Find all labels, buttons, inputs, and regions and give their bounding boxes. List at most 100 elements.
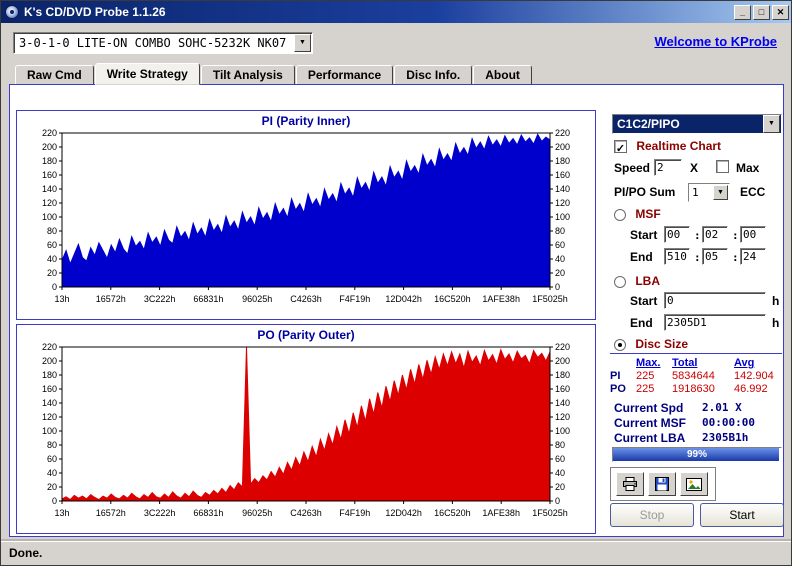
app-icon	[5, 5, 19, 19]
msf-start-min[interactable]	[664, 226, 690, 243]
window-title: K's CD/DVD Probe 1.1.26	[24, 5, 166, 19]
lba-start-input[interactable]	[664, 292, 766, 309]
tab-write-strategy[interactable]: Write Strategy	[94, 63, 200, 85]
svg-text:0: 0	[555, 496, 560, 506]
svg-text:13h: 13h	[54, 294, 69, 304]
svg-text:40: 40	[555, 468, 565, 478]
pipo-sum-select[interactable]: 1 ▼	[688, 183, 730, 202]
po-chart: PO (Parity Outer) 0 0 20 20 40 40 60 60 80 80 100 1…	[16, 324, 596, 534]
svg-text:80: 80	[555, 226, 565, 236]
export-image-button[interactable]	[680, 472, 708, 496]
lba-end-label: End	[630, 316, 653, 330]
pi-chart: PI (Parity Inner) 0 0 20 20 40 40 60 60 80 80 100 1…	[16, 110, 596, 320]
pi-chart-canvas: 0 0 20 20 40 40 60 60 80 80 100 100 120 120 140 140 160 1…	[42, 129, 570, 304]
svg-text:C4263h: C4263h	[290, 508, 322, 518]
svg-text:13h: 13h	[54, 508, 69, 518]
welcome-link[interactable]: Welcome to KProbe	[654, 34, 777, 49]
max-checkbox[interactable]: ✓	[716, 160, 729, 173]
svg-text:16C520h: 16C520h	[434, 294, 471, 304]
po-chart-title: PO (Parity Outer)	[257, 328, 355, 342]
printer-icon	[623, 477, 637, 491]
svg-text:180: 180	[42, 370, 57, 380]
title-bar[interactable]: K's CD/DVD Probe 1.1.26 _ □ ✕	[1, 1, 791, 23]
tab-page: PI (Parity Inner) 0 0 20 20 40 40 60 60 80 80 100 1…	[9, 84, 784, 537]
start-button[interactable]: Start	[700, 503, 784, 527]
check-icon: ✓	[615, 143, 626, 156]
svg-text:120: 120	[555, 412, 570, 422]
device-select-value: 3-0-1-0 LITE-ON COMBO SOHC-5232K NK07	[19, 36, 287, 50]
svg-text:220: 220	[42, 343, 57, 352]
progress-label: 99%	[686, 449, 707, 460]
svg-text:60: 60	[47, 240, 57, 250]
chevron-down-icon[interactable]: ▼	[713, 185, 728, 200]
svg-text:80: 80	[47, 226, 57, 236]
svg-text:20: 20	[555, 268, 565, 278]
svg-text:100: 100	[555, 212, 570, 222]
stats-header-total: Total	[672, 357, 698, 369]
svg-text:3C222h: 3C222h	[144, 294, 176, 304]
disc-size-radio[interactable]	[614, 338, 626, 351]
msf-end-frame[interactable]	[740, 248, 766, 265]
po-chart-canvas: 0 0 20 20 40 40 60 60 80 80 100 100 120 120 140 140 160 1…	[42, 343, 570, 518]
svg-text:140: 140	[42, 398, 57, 408]
chevron-down-icon[interactable]: ▼	[763, 115, 780, 133]
msf-end-label: End	[630, 250, 653, 264]
svg-text:20: 20	[47, 482, 57, 492]
stop-button[interactable]: Stop	[610, 503, 694, 527]
msf-start-frame[interactable]	[740, 226, 766, 243]
svg-text:140: 140	[555, 184, 570, 194]
current-spd-label: Current Spd	[614, 401, 684, 415]
svg-text:140: 140	[42, 184, 57, 194]
close-button[interactable]: ✕	[772, 4, 789, 20]
msf-start-sec[interactable]	[702, 226, 728, 243]
lba-radio[interactable]	[614, 275, 626, 288]
svg-text:0: 0	[52, 496, 57, 506]
device-select[interactable]: 3-0-1-0 LITE-ON COMBO SOHC-5232K NK07 ▼	[13, 32, 313, 54]
minimize-button[interactable]: _	[734, 4, 751, 20]
svg-text:140: 140	[555, 398, 570, 408]
svg-text:60: 60	[47, 454, 57, 464]
chevron-down-icon[interactable]: ▼	[294, 34, 311, 52]
maximize-button[interactable]: □	[753, 4, 770, 20]
tab-raw-cmd[interactable]: Raw Cmd	[15, 65, 94, 85]
realtime-checkbox[interactable]: ✓	[614, 140, 627, 156]
print-button[interactable]	[616, 472, 644, 496]
lba-end-unit: h	[772, 316, 780, 330]
speed-input[interactable]	[654, 159, 682, 176]
msf-end-min[interactable]	[664, 248, 690, 265]
svg-text:96025h: 96025h	[242, 508, 272, 518]
current-msf-value: 00:00:00	[702, 416, 755, 429]
speed-unit: X	[690, 161, 699, 175]
svg-text:180: 180	[42, 156, 57, 166]
lba-end-input[interactable]	[664, 314, 766, 331]
tab-disc-info[interactable]: Disc Info.	[394, 65, 473, 85]
svg-text:100: 100	[42, 426, 57, 436]
lba-start-unit: h	[772, 294, 780, 308]
svg-text:3C222h: 3C222h	[144, 508, 176, 518]
svg-text:120: 120	[555, 198, 570, 208]
svg-text:100: 100	[555, 426, 570, 436]
svg-text:80: 80	[555, 440, 565, 450]
tools-groupbox	[610, 467, 716, 501]
svg-text:20: 20	[47, 268, 57, 278]
tab-tilt-analysis[interactable]: Tilt Analysis	[200, 65, 295, 85]
svg-text:16572h: 16572h	[96, 294, 126, 304]
pi-chart-title: PI (Parity Inner)	[261, 114, 351, 128]
stats-po-total: 1918630	[672, 383, 715, 395]
svg-text:120: 120	[42, 198, 57, 208]
lba-label: LBA	[635, 274, 661, 288]
stats-po-label: PO	[610, 383, 626, 395]
svg-text:40: 40	[555, 254, 565, 264]
svg-text:60: 60	[555, 454, 565, 464]
tab-performance[interactable]: Performance	[295, 65, 394, 85]
svg-text:60: 60	[555, 240, 565, 250]
msf-radio[interactable]	[614, 208, 626, 221]
svg-text:220: 220	[555, 129, 570, 138]
stats-pi-max: 225	[636, 370, 655, 382]
colon-separator: :	[732, 229, 739, 242]
tab-about[interactable]: About	[473, 65, 532, 85]
mode-select[interactable]: C1C2/PIPO ▼	[612, 114, 782, 134]
svg-text:96025h: 96025h	[242, 294, 272, 304]
save-button[interactable]	[648, 472, 676, 496]
msf-end-sec[interactable]	[702, 248, 728, 265]
